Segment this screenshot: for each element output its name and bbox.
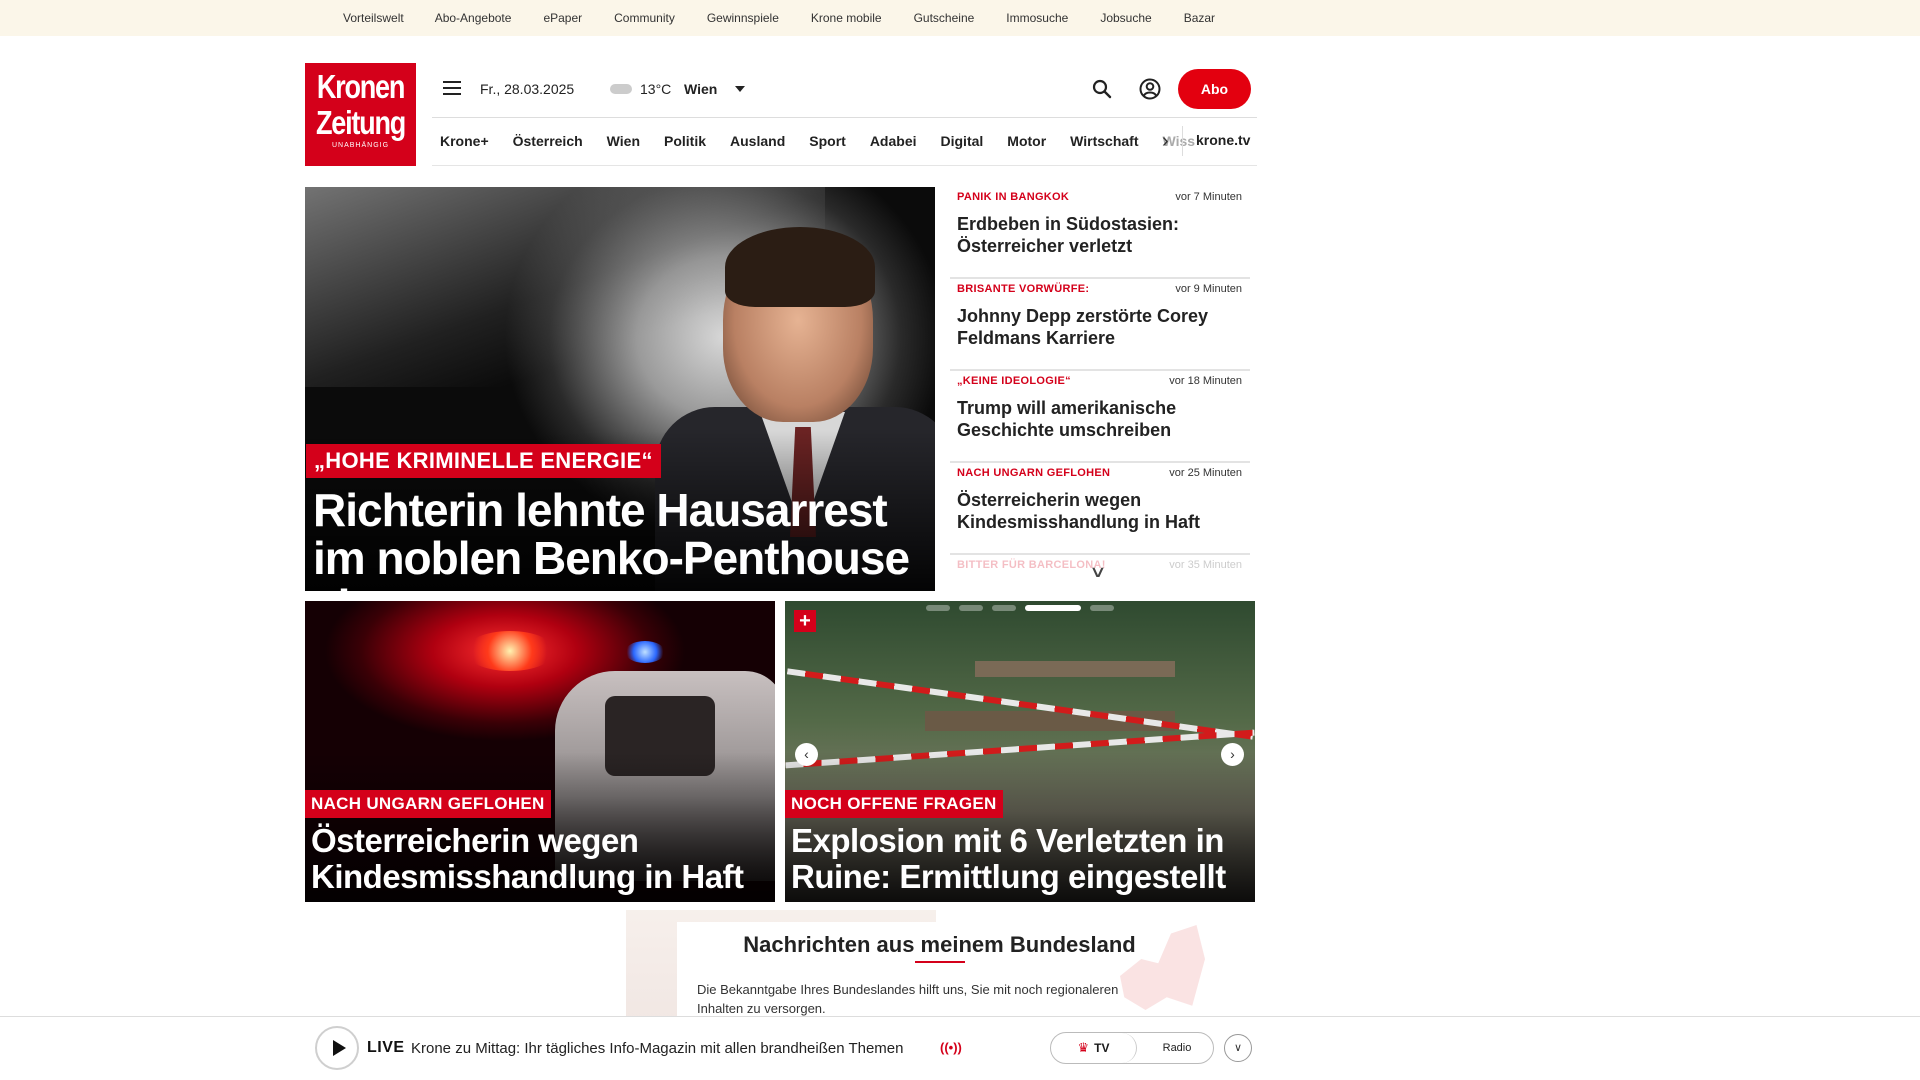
nav-item-wien[interactable]: Wien: [607, 133, 640, 149]
logo-text-zeitung: Zeitung: [315, 104, 406, 141]
main-navigation: Krone+ Österreich Wien Politik Ausland S…: [440, 124, 1195, 158]
nav-item-adabei[interactable]: Adabei: [870, 133, 917, 149]
nav-item-sport[interactable]: Sport: [809, 133, 846, 149]
tv-label: TV: [1094, 1041, 1110, 1055]
arrow-right-icon[interactable]: ›: [1221, 743, 1244, 766]
ticker-time: vor 25 Minuten: [1169, 467, 1242, 479]
ticker-time: vor 35 Minuten: [1169, 559, 1242, 571]
utility-link-krone-mobile[interactable]: Krone mobile: [811, 11, 882, 25]
nav-item-digital[interactable]: Digital: [941, 133, 984, 149]
plus-icon: +: [794, 610, 816, 632]
chevron-down-icon[interactable]: ∨: [1224, 1034, 1252, 1062]
nav-item-krone-plus[interactable]: Krone+: [440, 133, 489, 149]
abo-button[interactable]: Abo: [1178, 69, 1251, 109]
nav-item-krone-tv[interactable]: krone.tv: [1196, 132, 1250, 148]
cloud-icon: [610, 84, 632, 94]
utility-link-gewinnspiele[interactable]: Gewinnspiele: [707, 11, 779, 25]
live-program-title[interactable]: Krone zu Mittag: Ihr tägliches Info-Maga…: [411, 1040, 931, 1057]
nav-divider: [1182, 126, 1183, 156]
bundesland-description: Die Bekanntgabe Ihres Bundeslandes hilft…: [697, 982, 1119, 1016]
live-label: LIVE: [367, 1039, 405, 1056]
nav-item-wirtschaft[interactable]: Wirtschaft: [1070, 133, 1138, 149]
broadcast-icon: ((•)): [940, 1040, 962, 1055]
ticker-item[interactable]: BRISANTE VORWÜRFE: vor 9 Minuten Johnny …: [950, 279, 1250, 371]
logo-tagline: UNABHÄNGIG: [331, 142, 390, 149]
kronen-zeitung-logo[interactable]: Kronen Zeitung UNABHÄNGIG: [305, 63, 416, 166]
utility-link-immosuche[interactable]: Immosuche: [1006, 11, 1068, 25]
carousel-dot[interactable]: [1090, 605, 1114, 611]
ticker-kicker: PANIK IN BANGKOK: [957, 191, 1070, 203]
ticker-item[interactable]: NACH UNGARN GEFLOHEN vor 25 Minuten Öste…: [950, 463, 1250, 555]
radio-toggle-option[interactable]: Radio: [1141, 1033, 1213, 1063]
ticker-kicker: „KEINE IDEOLOGIE“: [957, 375, 1071, 387]
bundesland-title: Nachrichten aus meinem Bundesland: [743, 932, 1136, 957]
hamburger-icon[interactable]: [443, 81, 461, 95]
utility-link-gutscheine[interactable]: Gutscheine: [914, 11, 975, 25]
nav-item-oesterreich[interactable]: Österreich: [513, 133, 583, 149]
logo-text-kronen: Kronen: [316, 68, 406, 105]
tv-toggle-option[interactable]: ♛ TV: [1051, 1033, 1137, 1063]
carousel-dot[interactable]: [926, 605, 950, 611]
card-headline[interactable]: Österreicherin wegen Kindesmisshandlung …: [311, 823, 761, 895]
arrow-left-icon[interactable]: ‹: [795, 743, 818, 766]
city-selector[interactable]: Wien: [684, 81, 717, 97]
ticker-item[interactable]: „KEINE IDEOLOGIE“ vor 18 Minuten Trump w…: [950, 371, 1250, 463]
ticker-expand-chevron-icon[interactable]: ∨: [1089, 562, 1107, 582]
ticker-time: vor 18 Minuten: [1169, 375, 1242, 387]
search-icon[interactable]: [1092, 79, 1112, 99]
top-utility-bar: Vorteilswelt Abo-Angebote ePaper Communi…: [0, 0, 1920, 36]
utility-links: Vorteilswelt Abo-Angebote ePaper Communi…: [343, 0, 1215, 36]
ticker-kicker: BITTER FÜR BARCELONA!: [957, 559, 1106, 571]
carousel-dot[interactable]: [992, 605, 1016, 611]
nav-item-politik[interactable]: Politik: [664, 133, 706, 149]
nav-item-motor[interactable]: Motor: [1007, 133, 1046, 149]
crown-icon: ♛: [1077, 1040, 1090, 1055]
card-kicker: NOCH OFFENE FRAGEN: [785, 790, 1003, 818]
card-headline[interactable]: Explosion mit 6 Verletzten in Ruine: Erm…: [791, 823, 1241, 895]
chevron-right-icon[interactable]: ›: [1162, 131, 1169, 151]
utility-link-community[interactable]: Community: [614, 11, 675, 25]
ticker-item[interactable]: PANIK IN BANGKOK vor 7 Minuten Erdbeben …: [950, 187, 1250, 279]
carousel-dot-active[interactable]: [1025, 605, 1081, 611]
temperature: 13°C: [640, 81, 672, 97]
ticker-time: vor 7 Minuten: [1175, 191, 1242, 203]
utility-link-bazar[interactable]: Bazar: [1184, 11, 1215, 25]
utility-link-jobsuche[interactable]: Jobsuche: [1100, 11, 1151, 25]
ticker-kicker: BRISANTE VORWÜRFE:: [957, 283, 1090, 295]
nav-bottom-divider: [432, 165, 1257, 166]
ticker-title[interactable]: Österreicherin wegen Kindesmisshandlung …: [957, 489, 1242, 533]
news-ticker: PANIK IN BANGKOK vor 7 Minuten Erdbeben …: [950, 187, 1250, 577]
utility-link-epaper[interactable]: ePaper: [543, 11, 582, 25]
chevron-down-icon[interactable]: [735, 86, 745, 92]
ticker-time: vor 9 Minuten: [1175, 283, 1242, 295]
carousel-dots: [926, 605, 1123, 611]
user-icon[interactable]: [1139, 78, 1161, 100]
carousel-dot[interactable]: [959, 605, 983, 611]
ticker-kicker: NACH UNGARN GEFLOHEN: [957, 467, 1111, 479]
header-divider: [432, 117, 1257, 118]
play-icon[interactable]: [315, 1026, 359, 1070]
tv-radio-toggle[interactable]: ♛ TV Radio: [1050, 1032, 1214, 1064]
hero-kicker: „HOHE KRIMINELLE ENERGIE“: [306, 444, 661, 478]
ticker-title[interactable]: Erdbeben in Südostasien: Österreicher ve…: [957, 213, 1242, 257]
utility-link-abo-angebote[interactable]: Abo-Angebote: [435, 11, 512, 25]
nav-item-ausland[interactable]: Ausland: [730, 133, 785, 149]
ticker-title[interactable]: Trump will amerikanische Geschichte umsc…: [957, 397, 1242, 441]
card-kicker: NACH UNGARN GEFLOHEN: [305, 790, 551, 818]
ticker-title[interactable]: Johnny Depp zerstörte Corey Feldmans Kar…: [957, 305, 1242, 349]
current-date: Fr., 28.03.2025: [480, 81, 575, 97]
utility-link-vorteilswelt[interactable]: Vorteilswelt: [343, 11, 404, 25]
title-underline: [915, 961, 965, 963]
